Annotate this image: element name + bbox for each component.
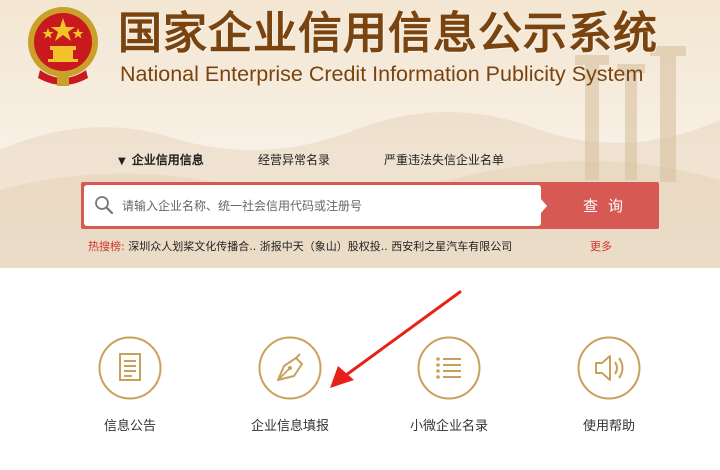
site-title-english: National Enterprise Credit Information P… bbox=[120, 62, 644, 86]
hot-search-more-link[interactable]: 更多 bbox=[590, 239, 612, 255]
hot-search-item[interactable]: 西安利之星汽车有限公司 bbox=[391, 240, 512, 253]
hot-search-list: 热搜榜: 深圳众人划桨文化传播合.. 浙报中天（象山）股权投.. 西安利之星汽车… bbox=[88, 239, 648, 255]
service-info-announcement[interactable]: 信息公告 bbox=[80, 336, 180, 440]
tab-abnormal-operation-list[interactable]: 经营异常名录 bbox=[258, 152, 330, 168]
list-icon bbox=[417, 336, 481, 400]
service-enterprise-info-report[interactable]: 企业信息填报 bbox=[240, 336, 340, 440]
search-input-container bbox=[84, 185, 541, 226]
service-label: 使用帮助 bbox=[582, 419, 635, 434]
search-button[interactable]: 查询 bbox=[547, 182, 659, 229]
pen-nib-icon bbox=[258, 336, 322, 400]
service-usage-help[interactable]: 使用帮助 bbox=[559, 336, 659, 440]
search-category-tabs: ▼ 企业信用信息 经营异常名录 严重违法失信企业名单 bbox=[0, 152, 720, 170]
tab-serious-violation-list[interactable]: 严重违法失信企业名单 bbox=[384, 152, 504, 168]
search-input[interactable] bbox=[122, 195, 532, 217]
hot-search-label: 热搜榜: bbox=[88, 240, 125, 253]
service-label: 企业信息填报 bbox=[250, 419, 329, 434]
national-emblem-icon bbox=[28, 7, 98, 86]
search-icon bbox=[95, 196, 114, 215]
search-bar: 查询 bbox=[81, 182, 659, 229]
header-banner: 国家企业信用信息公示系统 National Enterprise Credit … bbox=[0, 0, 720, 268]
site-title-chinese: 国家企业信用信息公示系统 bbox=[118, 8, 658, 59]
service-label: 信息公告 bbox=[103, 419, 156, 434]
speaker-icon bbox=[577, 336, 641, 400]
caret-down-icon: ▼ bbox=[118, 156, 126, 167]
tab-label: 企业信用信息 bbox=[131, 153, 204, 167]
service-label: 小微企业名录 bbox=[409, 419, 488, 434]
hot-search-item[interactable]: 浙报中天（象山）股权投.. bbox=[260, 240, 388, 253]
document-icon bbox=[98, 336, 162, 400]
service-small-micro-enterprise-list[interactable]: 小微企业名录 bbox=[399, 336, 499, 440]
hot-search-item[interactable]: 深圳众人划桨文化传播合.. bbox=[128, 240, 256, 253]
tab-enterprise-credit-info[interactable]: ▼ 企业信用信息 bbox=[118, 152, 204, 170]
